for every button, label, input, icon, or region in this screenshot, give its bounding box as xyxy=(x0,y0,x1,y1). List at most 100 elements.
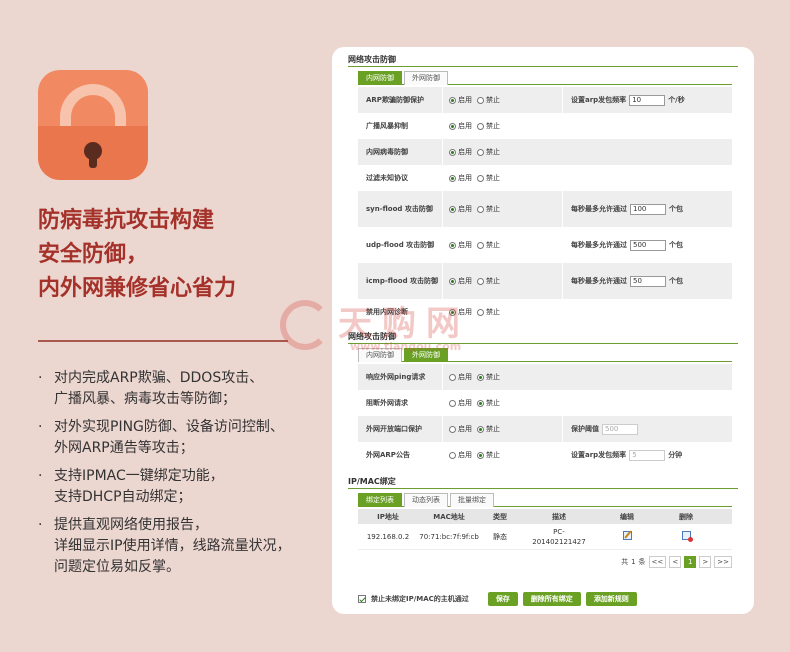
disable-radio[interactable] xyxy=(477,205,484,213)
bullet: · xyxy=(38,370,43,386)
watermark-logo-icon xyxy=(280,300,330,350)
enable-label: 启用 xyxy=(458,277,472,285)
disable-label: 禁止 xyxy=(486,241,500,249)
section-title-ipmac: IP/MAC绑定 xyxy=(348,474,738,489)
pager-prefix: 共 xyxy=(621,558,629,566)
cell-type: 静态 xyxy=(493,532,507,541)
setting-label: icmp-flood 攻击防御 xyxy=(366,277,439,285)
disable-radio[interactable] xyxy=(477,399,484,407)
delete-icon[interactable] xyxy=(681,531,693,542)
enable-radio[interactable] xyxy=(449,96,456,104)
disable-radio[interactable] xyxy=(477,96,484,104)
delete-cell xyxy=(656,531,716,542)
footer-bar: 禁止未绑定IP/MAC的主机通过 保存 删除所有绑定 添加新规则 xyxy=(358,592,738,606)
extra-value-input[interactable] xyxy=(630,203,666,215)
disable-radio[interactable] xyxy=(477,241,484,249)
pager-last-button[interactable]: >> xyxy=(714,556,732,568)
section-title-inner: 网络攻击防御 xyxy=(348,52,738,67)
table-row: 192.168.0.2 70:71:bc:7f:9f:cb 静态 PC- 201… xyxy=(358,524,732,550)
disable-label: 禁止 xyxy=(486,205,500,213)
tab-dynamic-list[interactable]: 动态列表 xyxy=(404,493,448,507)
bullet: · xyxy=(38,419,43,435)
disable-label: 禁止 xyxy=(486,373,500,381)
extra-value-input[interactable] xyxy=(629,94,666,106)
disable-radio[interactable] xyxy=(477,451,484,459)
enable-radio[interactable] xyxy=(449,277,456,285)
inner-settings: ARP欺骗防御保护 启用 禁止 设置arp发包频率 个/秒 广播风暴抑制 启用 禁… xyxy=(358,87,732,325)
tabs-ipmac: 绑定列表 动态列表 批量绑定 xyxy=(358,493,732,507)
pagination: 共 1 条 << < 1 > >> xyxy=(348,556,732,568)
setting-row: 外网开放端口保护 启用 禁止 保护阈值 xyxy=(358,416,732,442)
enable-radio[interactable] xyxy=(449,451,456,459)
feature-text: 外网ARP通告等攻击； xyxy=(54,440,194,456)
pager-page-button[interactable]: 1 xyxy=(684,556,697,568)
pager-first-button[interactable]: << xyxy=(648,556,667,568)
setting-row: 响应外网ping请求 启用 禁止 xyxy=(358,364,732,390)
setting-label: 内网病毒防御 xyxy=(366,148,408,156)
disable-radio[interactable] xyxy=(477,148,484,156)
lock-icon xyxy=(38,70,148,180)
pager-prev-button[interactable]: < xyxy=(669,556,682,568)
col-type: 类型 xyxy=(493,512,507,521)
bullet: · xyxy=(38,517,43,533)
setting-label: 外网开放端口保护 xyxy=(366,425,422,433)
feature-text: 支持IPMAC一键绑定功能， xyxy=(54,468,224,484)
enable-radio[interactable] xyxy=(449,308,456,316)
tab-bind-list[interactable]: 绑定列表 xyxy=(358,493,402,507)
enable-radio[interactable] xyxy=(449,122,456,130)
tab-inner-defense[interactable]: 内网防御 xyxy=(358,348,402,362)
pager-next-button[interactable]: > xyxy=(699,556,712,568)
tab-outer-defense[interactable]: 外网防御 xyxy=(404,348,448,362)
disable-label: 禁止 xyxy=(486,425,500,433)
enable-radio[interactable] xyxy=(449,205,456,213)
tab-outer-defense[interactable]: 外网防御 xyxy=(404,71,448,85)
enable-radio[interactable] xyxy=(449,148,456,156)
disable-radio[interactable] xyxy=(477,277,484,285)
extra-label: 每秒最多允许通过 xyxy=(571,277,627,285)
setting-extra: 设置arp发包频率 个/秒 xyxy=(562,87,685,113)
disable-radio[interactable] xyxy=(477,425,484,433)
extra-value-input[interactable] xyxy=(629,449,666,461)
block-unbound-checkbox[interactable] xyxy=(358,595,366,603)
bullet: · xyxy=(38,468,43,484)
feature-text: 问题定位易如反掌。 xyxy=(54,559,180,575)
tab-inner-defense[interactable]: 内网防御 xyxy=(358,71,402,85)
extra-value-input[interactable] xyxy=(630,239,666,251)
edit-icon[interactable] xyxy=(622,531,632,540)
setting-row: 内网病毒防御 启用 禁止 xyxy=(358,139,732,165)
feature-item: · 对内完成ARP欺骗、DDOS攻击、 广播风暴、病毒攻击等防御； xyxy=(38,368,318,410)
enable-radio[interactable] xyxy=(449,425,456,433)
setting-label: 阻断外网请求 xyxy=(366,399,408,407)
enable-radio[interactable] xyxy=(449,399,456,407)
enable-label: 启用 xyxy=(458,96,472,104)
extra-label: 每秒最多允许通过 xyxy=(571,241,627,249)
save-button[interactable]: 保存 xyxy=(487,592,518,606)
disable-radio[interactable] xyxy=(477,122,484,130)
radio-group: 启用 禁止 xyxy=(442,87,562,113)
enable-radio[interactable] xyxy=(449,241,456,249)
delete-all-bindings-button[interactable]: 删除所有绑定 xyxy=(522,592,581,606)
setting-extra: 设置arp发包频率 分钟 xyxy=(562,442,682,468)
add-rule-button[interactable]: 添加新规则 xyxy=(585,592,637,606)
enable-radio[interactable] xyxy=(449,373,456,381)
extra-value-input[interactable] xyxy=(602,423,638,435)
edit-cell xyxy=(598,531,656,542)
col-ip: IP地址 xyxy=(377,512,399,521)
feature-item: · 支持IPMAC一键绑定功能， 支持DHCP自动绑定； xyxy=(38,466,318,508)
section-title-outer: 网络攻击防御 xyxy=(348,329,738,344)
disable-radio[interactable] xyxy=(477,373,484,381)
disable-radio[interactable] xyxy=(477,308,484,316)
radio-group: 启用 禁止 xyxy=(442,113,562,139)
radio-group: 启用 禁止 xyxy=(442,165,562,191)
pager-total: 1 xyxy=(631,558,636,566)
feature-text: 广播风暴、病毒攻击等防御； xyxy=(54,391,236,407)
enable-radio[interactable] xyxy=(449,174,456,182)
radio-group: 启用 禁止 xyxy=(442,139,562,165)
disable-radio[interactable] xyxy=(477,174,484,182)
enable-label: 启用 xyxy=(458,241,472,249)
extra-value-input[interactable] xyxy=(630,275,666,287)
extra-label: 保护阈值 xyxy=(571,425,599,433)
block-unbound-label: 禁止未绑定IP/MAC的主机通过 xyxy=(371,595,469,603)
tab-batch-bind[interactable]: 批量绑定 xyxy=(450,493,494,507)
col-desc: 描述 xyxy=(552,512,566,521)
